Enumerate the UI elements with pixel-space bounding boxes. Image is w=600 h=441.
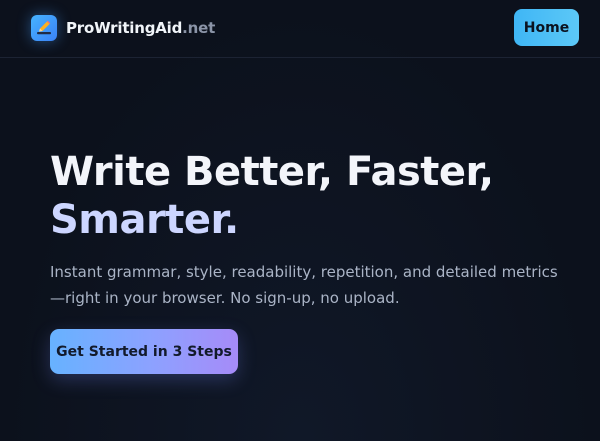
brand-domain: .net	[182, 19, 216, 37]
brand-name-main: ProWritingAid	[66, 19, 183, 37]
hero-title-line2: Smarter.	[50, 197, 239, 243]
get-started-button[interactable]: Get Started in 3 Steps	[50, 329, 238, 374]
hero-title-line1: Write Better, Faster,	[50, 149, 494, 195]
pencil-edit-icon-svg	[37, 20, 51, 35]
site-header: ProWritingAid.net Home	[0, 0, 600, 58]
brand-name: ProWritingAid.net	[66, 19, 215, 37]
home-button[interactable]: Home	[514, 9, 579, 46]
hero-title: Write Better, Faster, Smarter.	[50, 148, 494, 244]
pencil-edit-icon	[31, 15, 57, 41]
hero-subtitle: Instant grammar, style, readability, rep…	[50, 263, 558, 307]
brand-link[interactable]: ProWritingAid.net	[31, 14, 215, 42]
landing-page: ProWritingAid.net Home Write Better, Fas…	[0, 0, 600, 441]
